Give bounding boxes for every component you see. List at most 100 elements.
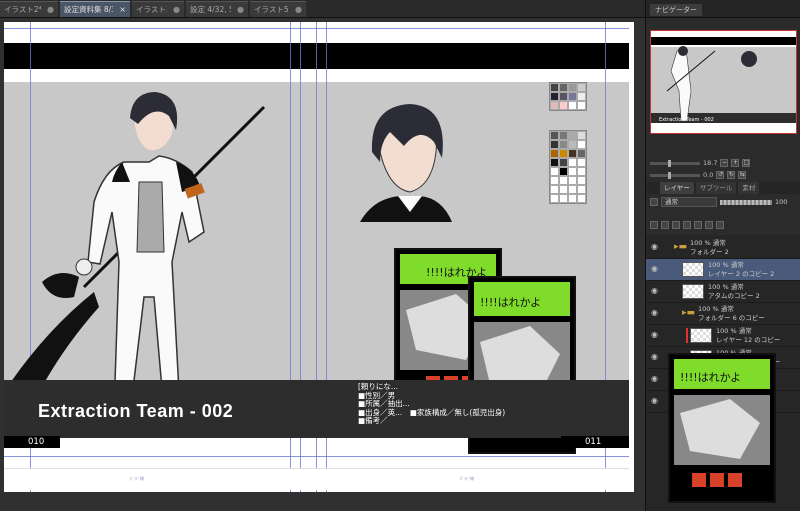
color-swatch[interactable] xyxy=(568,140,577,149)
color-swatch[interactable] xyxy=(559,167,568,176)
layer-panel-tab[interactable]: レイヤー xyxy=(660,182,694,194)
color-swatch[interactable] xyxy=(550,131,559,140)
color-swatch[interactable] xyxy=(550,167,559,176)
reference-icon[interactable] xyxy=(694,221,702,229)
document-tab[interactable]: イラスト5* ● xyxy=(250,1,306,17)
color-swatch[interactable] xyxy=(559,158,568,167)
color-swatch[interactable] xyxy=(559,185,568,194)
canvas-area[interactable]: !!!!はれかよ !!!!はれかよ Extraction Team - 002 … xyxy=(0,18,645,511)
opacity-value: 100 xyxy=(775,198,788,206)
modified-dot-icon[interactable]: ● xyxy=(237,5,244,14)
layer-row[interactable]: ◉ 100 % 通常 アタムのコピー 2 xyxy=(646,281,800,303)
flip-icon[interactable]: ⇆ xyxy=(738,171,747,179)
color-swatch[interactable] xyxy=(550,101,559,110)
color-swatch[interactable] xyxy=(577,131,586,140)
lock-icon[interactable] xyxy=(672,221,680,229)
color-swatch[interactable] xyxy=(568,194,577,203)
color-swatch[interactable] xyxy=(559,131,568,140)
layer-mode-icon[interactable] xyxy=(650,198,658,206)
rotate-control[interactable]: 0.0 ↺ ↻ ⇆ xyxy=(650,170,747,180)
navigator-tab[interactable]: ナビゲーター xyxy=(650,4,702,16)
color-swatch[interactable] xyxy=(577,149,586,158)
color-swatch[interactable] xyxy=(550,149,559,158)
modified-dot-icon[interactable]: ● xyxy=(295,5,302,14)
color-swatch[interactable] xyxy=(559,92,568,101)
color-swatch[interactable] xyxy=(577,101,586,110)
rotate-left-icon[interactable]: ↺ xyxy=(716,171,725,179)
color-swatch[interactable] xyxy=(577,185,586,194)
color-swatch[interactable] xyxy=(550,140,559,149)
layer-panel-tab[interactable]: 素材 xyxy=(738,182,760,194)
layer-row[interactable]: ◉ ▸▬ 100 % 通常 フォルダー 6 のコピー xyxy=(646,303,800,325)
clip-icon[interactable] xyxy=(683,221,691,229)
color-palette-swatches[interactable] xyxy=(549,82,587,111)
eye-icon[interactable]: ◉ xyxy=(651,396,658,405)
document-tab[interactable]: イラスト2* ● xyxy=(0,1,58,17)
color-swatch[interactable] xyxy=(577,158,586,167)
eye-icon[interactable]: ◉ xyxy=(651,374,658,383)
blend-mode-select[interactable]: 通常 xyxy=(661,197,717,207)
character-info-text: [頼りにな... ■性別／男 ■所属／抽出... ■出身／英... ■家族構成／無し(… xyxy=(358,382,505,426)
color-swatch[interactable] xyxy=(550,176,559,185)
folder-icon[interactable]: ▸▬ xyxy=(682,308,695,318)
layer-row[interactable]: ◉ 100 % 通常 レイヤー 2 のコピー 2 xyxy=(646,259,800,281)
layer-toolbar xyxy=(650,221,798,233)
color-swatch[interactable] xyxy=(568,149,577,158)
color-swatch[interactable] xyxy=(577,83,586,92)
close-icon[interactable]: × xyxy=(119,5,126,14)
zoom-in-icon[interactable]: + xyxy=(731,159,740,167)
color-swatch[interactable] xyxy=(550,92,559,101)
zoom-out-icon[interactable]: − xyxy=(720,159,729,167)
color-swatch[interactable] xyxy=(568,131,577,140)
color-swatch[interactable] xyxy=(577,194,586,203)
document-tab[interactable]: イラスト3* ● xyxy=(132,1,184,17)
navigator-preview[interactable]: Extraction Team - 002 xyxy=(650,30,797,134)
document-tab[interactable]: 設定 4/32, 5/32 ● xyxy=(186,1,248,17)
modified-dot-icon[interactable]: ● xyxy=(173,5,180,14)
color-swatch[interactable] xyxy=(577,140,586,149)
zoom-control[interactable]: 18.7 − + □ xyxy=(650,158,751,168)
mask-icon[interactable] xyxy=(705,221,713,229)
color-swatch[interactable] xyxy=(559,149,568,158)
color-swatch[interactable] xyxy=(568,158,577,167)
color-swatch[interactable] xyxy=(550,185,559,194)
new-folder-icon[interactable] xyxy=(661,221,669,229)
color-swatch[interactable] xyxy=(550,158,559,167)
eye-icon[interactable]: ◉ xyxy=(651,286,658,295)
eye-icon[interactable]: ◉ xyxy=(651,352,658,361)
color-swatch[interactable] xyxy=(559,140,568,149)
color-swatch[interactable] xyxy=(568,92,577,101)
color-swatch[interactable] xyxy=(559,83,568,92)
eye-icon[interactable]: ◉ xyxy=(651,264,658,273)
fit-icon[interactable]: □ xyxy=(742,159,751,167)
color-swatch[interactable] xyxy=(559,194,568,203)
folder-icon[interactable]: ▸▬ xyxy=(674,242,687,252)
color-palette-swatches[interactable] xyxy=(549,130,587,204)
layer-row[interactable]: ◉ ▸▬ 100 % 通常 フォルダー 2 xyxy=(646,237,800,259)
delete-layer-icon[interactable] xyxy=(716,221,724,229)
modified-dot-icon[interactable]: ● xyxy=(47,5,54,14)
color-swatch[interactable] xyxy=(577,176,586,185)
color-swatch[interactable] xyxy=(568,167,577,176)
color-swatch[interactable] xyxy=(559,101,568,110)
new-layer-icon[interactable] xyxy=(650,221,658,229)
color-swatch[interactable] xyxy=(577,92,586,101)
color-swatch[interactable] xyxy=(568,101,577,110)
eye-icon[interactable]: ◉ xyxy=(651,330,658,339)
color-swatch[interactable] xyxy=(550,194,559,203)
document-tab[interactable]: 設定資料集 8/32, 9/32 × xyxy=(60,1,130,17)
rotate-right-icon[interactable]: ↻ xyxy=(727,171,736,179)
eye-icon[interactable]: ◉ xyxy=(651,308,658,317)
color-swatch[interactable] xyxy=(568,185,577,194)
layer-row[interactable]: ◉ 100 % 通常 レイヤー 12 のコピー xyxy=(646,325,800,347)
footer-strip xyxy=(4,468,629,490)
color-swatch[interactable] xyxy=(568,83,577,92)
color-swatch[interactable] xyxy=(577,167,586,176)
color-swatch[interactable] xyxy=(550,83,559,92)
color-swatch[interactable] xyxy=(568,176,577,185)
color-swatch[interactable] xyxy=(559,176,568,185)
card-illustration: !!!!はれかよ xyxy=(668,353,776,503)
opacity-slider[interactable] xyxy=(720,199,772,205)
layer-panel-tab[interactable]: サブツール xyxy=(695,182,737,194)
eye-icon[interactable]: ◉ xyxy=(651,242,658,251)
